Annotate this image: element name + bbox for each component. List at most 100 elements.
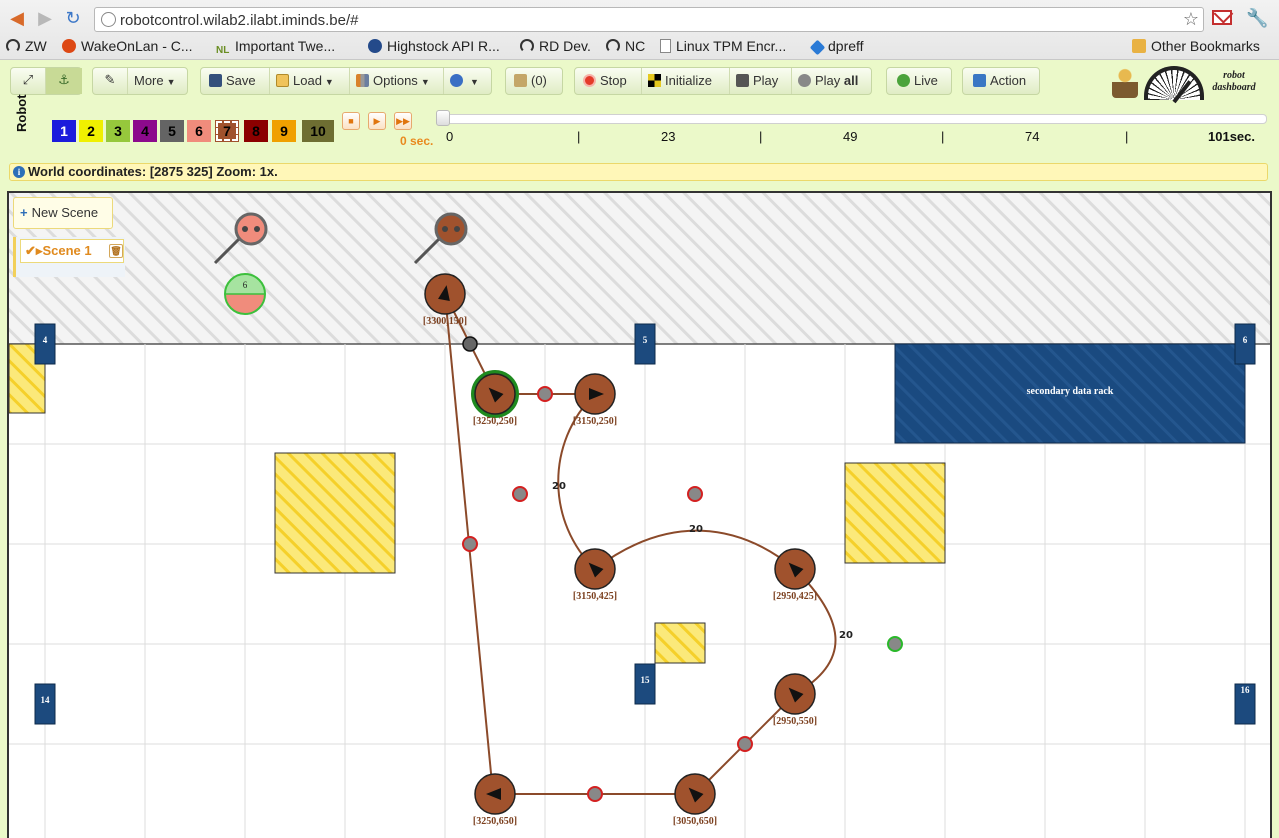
marker-4[interactable]: 4 <box>34 323 56 365</box>
marker-15[interactable]: 15 <box>634 663 656 705</box>
play-all-button[interactable]: Play all <box>791 68 864 94</box>
bookmark-linux-tpm[interactable]: Linux TPM Encr... <box>660 38 786 54</box>
anchor-tool-button[interactable]: ⚓ <box>45 68 82 94</box>
action-button[interactable]: Action <box>967 68 1032 94</box>
address-bar[interactable]: robotcontrol.wilab2.ilabt.iminds.be/# ☆ <box>94 7 1204 32</box>
bookmark-wakeonlan[interactable]: WakeOnLan - C... <box>62 38 193 54</box>
robot-button-3[interactable]: 3 <box>106 120 130 142</box>
url-text: robotcontrol.wilab2.ilabt.iminds.be/# <box>120 12 359 29</box>
path-node[interactable]: [3300,150] <box>423 273 467 327</box>
play-button[interactable]: Play <box>729 68 784 94</box>
nl-icon: NL <box>216 45 230 56</box>
node-coordinate-label: [3250,650] <box>473 816 517 827</box>
scene-list: ✔▸Scene 1 🗑 <box>13 237 125 277</box>
path-node[interactable]: [2950,550] <box>773 673 817 727</box>
robot-button-5[interactable]: 5 <box>160 120 184 142</box>
gmail-icon[interactable] <box>1212 10 1232 25</box>
caret-down-icon: ▼ <box>470 77 479 87</box>
path-node[interactable]: [3250,650] <box>473 773 517 827</box>
node-coordinate-label: [3250,250] <box>473 416 517 427</box>
bookmark-zw[interactable]: ZW <box>6 38 47 54</box>
reload-icon[interactable]: ↻ <box>62 8 84 30</box>
document-icon <box>660 39 671 53</box>
marker-16[interactable]: 16 <box>1234 683 1256 725</box>
star-icon[interactable]: ☆ <box>1183 9 1199 30</box>
connect-tool-button[interactable]: ⤢ <box>11 68 45 94</box>
bookmark-rd-dev[interactable]: RD Dev. <box>520 38 591 54</box>
svg-text:6: 6 <box>243 280 248 290</box>
robot-button-10[interactable]: 10 <box>302 120 334 142</box>
scene-item[interactable]: ✔▸Scene 1 🗑 <box>20 239 124 263</box>
robot-button-9[interactable]: 9 <box>272 120 296 142</box>
download-icon <box>897 74 910 87</box>
timeline-label: 74 <box>1025 129 1040 144</box>
robot-button-1[interactable]: 1 <box>52 120 76 142</box>
bookmark-important-tweets[interactable]: NL Important Twe... <box>216 38 335 59</box>
timeline-slider[interactable] <box>437 114 1267 124</box>
bookmark-other[interactable]: Other Bookmarks <box>1132 38 1260 54</box>
waypoint-marker[interactable] <box>687 486 703 502</box>
waypoint-marker[interactable] <box>512 486 528 502</box>
back-arrow-icon[interactable]: ◀ <box>6 8 28 30</box>
robot-button-2[interactable]: 2 <box>79 120 103 142</box>
path-node[interactable]: [2950,425] <box>773 548 817 602</box>
gears-icon <box>798 74 811 87</box>
node-coordinate-label: [2950,550] <box>773 716 817 727</box>
bookmark-dpreff[interactable]: dpreff <box>809 38 864 56</box>
scene-map[interactable]: secondary data rack 4 5 6 14 15 16 20 20… <box>9 193 1272 838</box>
waypoint-marker-green[interactable] <box>887 636 903 652</box>
marker-5[interactable]: 5 <box>634 323 656 365</box>
obstacle-box[interactable] <box>274 452 396 574</box>
initialize-button[interactable]: Initialize <box>641 68 718 94</box>
timeline-handle[interactable] <box>436 110 450 126</box>
node-coordinate-label: [2950,425] <box>773 591 817 602</box>
bookmark-highstock[interactable]: Highstock API R... <box>368 38 500 54</box>
clipboard-icon <box>514 74 527 87</box>
robot-selector: Robot 1 2 3 4 5 6 7 8 9 10 ■ ▶ ▶▶ 0 sec. 0 | 23 |… <box>0 94 1279 160</box>
live-group: Live <box>886 67 952 95</box>
svg-text:6: 6 <box>1243 335 1248 345</box>
path-node[interactable]: [3250,250] <box>471 370 519 427</box>
marker-6[interactable]: 6 <box>1234 323 1256 365</box>
live-button[interactable]: Live <box>891 68 944 94</box>
stop-playback-button[interactable]: ■ <box>342 112 360 130</box>
scene-canvas[interactable]: secondary data rack 4 5 6 14 15 16 20 20… <box>7 191 1272 838</box>
svg-text:15: 15 <box>641 675 651 685</box>
waypoint-marker[interactable] <box>587 786 603 802</box>
more-dropdown[interactable]: More ▼ <box>127 68 188 94</box>
pencil-icon[interactable]: ✎ <box>93 68 127 94</box>
node-coordinate-label: [3150,250] <box>573 416 617 427</box>
waypoint-marker[interactable] <box>462 536 478 552</box>
path-node[interactable]: [3050,650] <box>673 773 717 827</box>
bookmark-nc[interactable]: NC <box>606 38 645 54</box>
logo-text: robot dashboard <box>1212 70 1256 93</box>
robot-button-4[interactable]: 4 <box>133 120 157 142</box>
waypoint-marker[interactable] <box>537 386 553 402</box>
waypoint-marker[interactable] <box>462 336 478 352</box>
help-icon <box>450 74 463 87</box>
path-node[interactable]: [3150,250] <box>573 373 617 427</box>
help-dropdown[interactable]: ▼ <box>443 68 485 94</box>
robot-button-6[interactable]: 6 <box>187 120 211 142</box>
save-button[interactable]: Save <box>203 68 262 94</box>
stop-button[interactable]: Stop <box>577 68 633 94</box>
obstacle-box[interactable] <box>654 622 706 664</box>
obstacle-box[interactable] <box>844 462 946 564</box>
robot-6[interactable]: 6 <box>224 273 266 315</box>
play-playback-button[interactable]: ▶ <box>368 112 386 130</box>
marker-14[interactable]: 14 <box>34 683 56 725</box>
wrench-icon[interactable]: 🔧 <box>1246 8 1268 29</box>
load-dropdown[interactable]: Load ▼ <box>269 68 340 94</box>
clipboard-button[interactable]: (0) <box>508 68 553 94</box>
new-scene-button[interactable]: + New Scene <box>13 197 113 229</box>
timeline-end: 101sec. <box>1208 129 1255 144</box>
robot-button-8[interactable]: 8 <box>244 120 268 142</box>
options-dropdown[interactable]: Options ▼ <box>349 68 436 94</box>
fast-forward-button[interactable]: ▶▶ <box>394 112 412 130</box>
robot-button-7[interactable]: 7 <box>215 120 239 142</box>
forward-arrow-icon[interactable]: ▶ <box>34 8 56 30</box>
waypoint-marker[interactable] <box>737 736 753 752</box>
world-info-bar: i World coordinates: [2875 325] Zoom: 1x… <box>9 163 1268 181</box>
trash-icon[interactable]: 🗑 <box>109 244 123 258</box>
path-node[interactable]: [3150,425] <box>573 548 617 602</box>
